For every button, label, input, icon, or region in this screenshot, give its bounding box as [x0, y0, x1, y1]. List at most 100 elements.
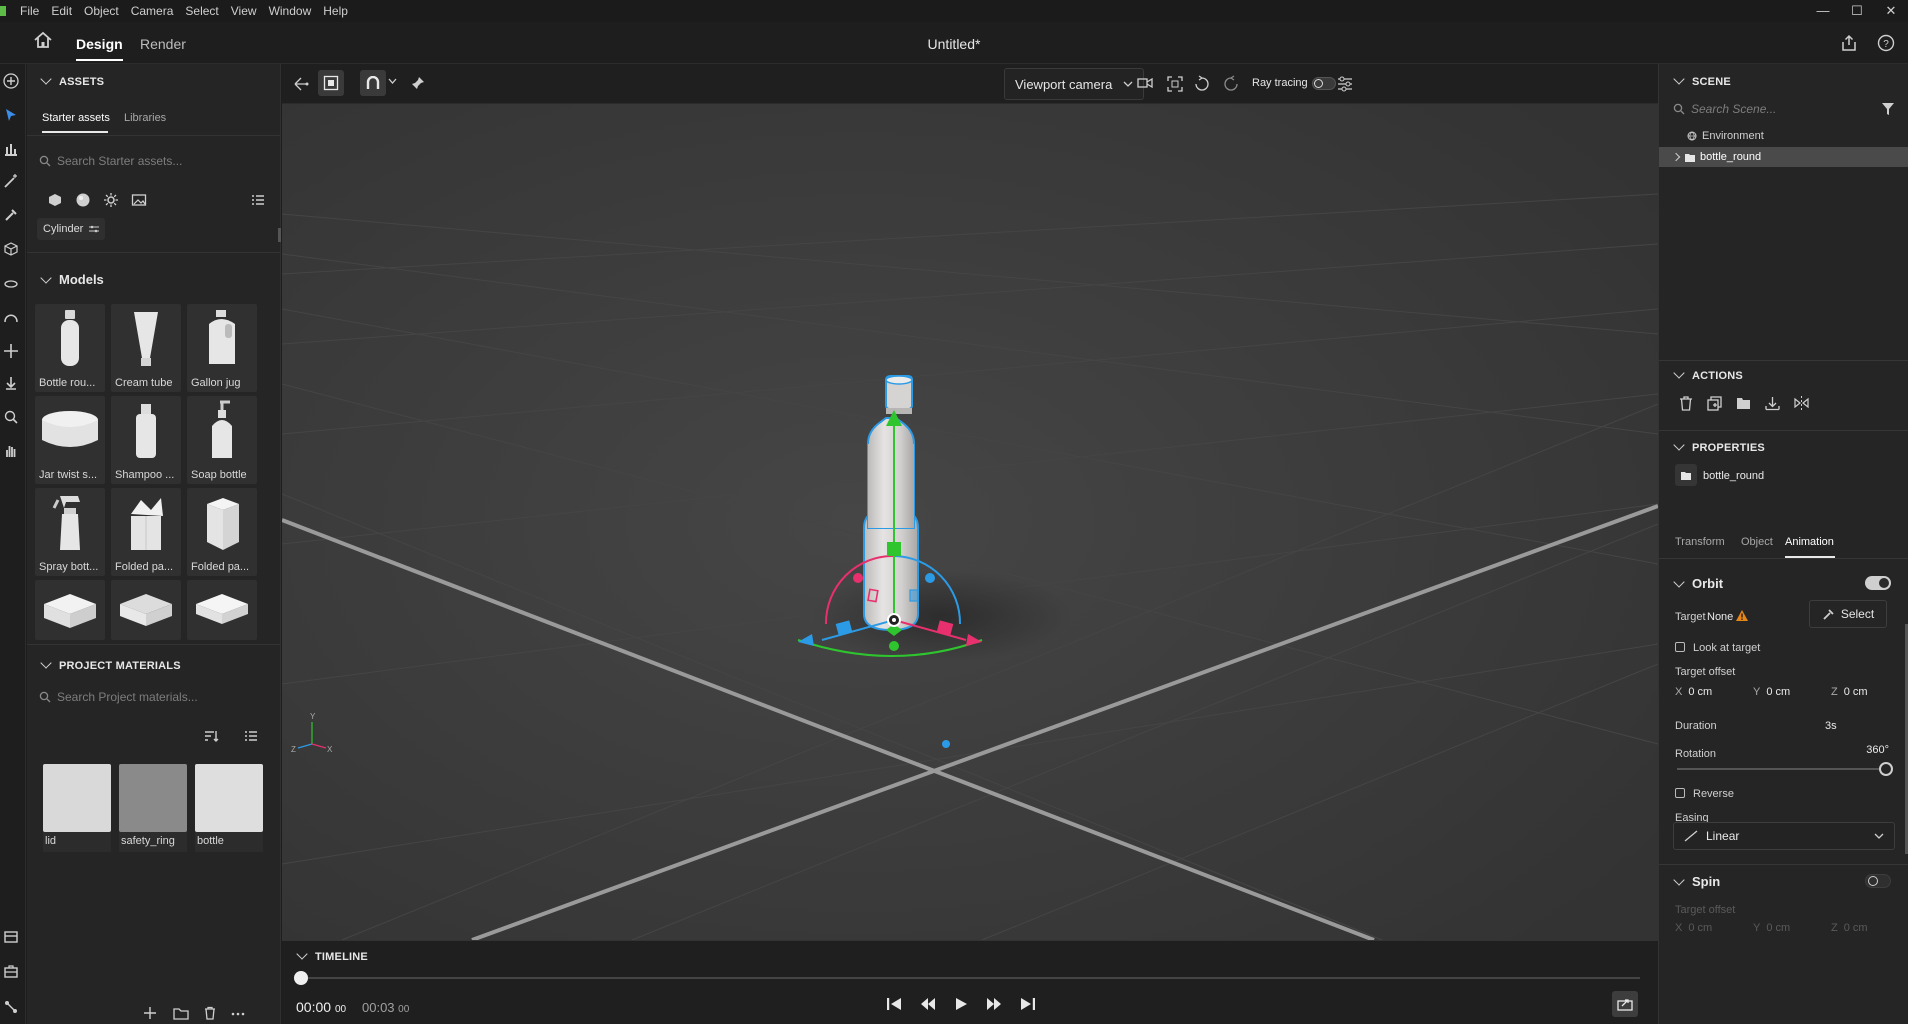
offset-x-field[interactable]: X 0 cm — [1675, 686, 1735, 698]
step-forward-icon[interactable] — [986, 997, 1002, 1011]
menu-object[interactable]: Object — [78, 0, 125, 22]
share-icon[interactable] — [1840, 34, 1858, 52]
orbit-header[interactable]: Orbit — [1673, 576, 1723, 591]
tab-starter-assets[interactable]: Starter assets — [42, 112, 110, 124]
step-back-icon[interactable] — [920, 997, 936, 1011]
rotate-y-handle[interactable] — [889, 641, 899, 651]
offset-value[interactable]: 0 cm — [1688, 686, 1712, 698]
y-axis-handle[interactable] — [887, 542, 901, 556]
reset-camera-icon[interactable] — [1222, 75, 1240, 93]
help-icon[interactable]: ? — [1877, 34, 1895, 52]
drop-icon[interactable] — [1765, 396, 1780, 411]
tab-transform[interactable]: Transform — [1675, 536, 1725, 548]
easing-select[interactable]: Linear — [1673, 822, 1895, 850]
spin-toggle[interactable] — [1865, 874, 1891, 888]
camera-select[interactable]: Viewport camera — [1004, 68, 1144, 100]
filter-light-icon[interactable] — [103, 192, 119, 208]
scene-item-bottle-round[interactable]: bottle_round — [1659, 147, 1908, 167]
cube-icon[interactable] — [0, 238, 22, 260]
trash-icon[interactable] — [203, 1006, 217, 1020]
model-bottle-round[interactable]: Bottle rou... — [35, 304, 105, 392]
model-flat-box[interactable] — [35, 580, 105, 640]
select-tool-icon[interactable] — [0, 104, 22, 126]
skip-to-end-icon[interactable] — [1020, 997, 1036, 1011]
material-bottle[interactable]: bottle — [195, 764, 263, 852]
skip-to-start-icon[interactable] — [886, 997, 902, 1011]
curve-tool-icon[interactable] — [0, 306, 22, 328]
panel-icon[interactable] — [0, 926, 22, 948]
rotation-slider-track[interactable] — [1677, 768, 1885, 770]
model-soap-bottle[interactable]: Soap bottle — [187, 396, 257, 484]
delete-icon[interactable] — [1679, 396, 1693, 411]
checkbox-box[interactable] — [1675, 642, 1685, 652]
export-animation-icon[interactable] — [1612, 991, 1638, 1017]
project-materials-search-input[interactable]: Search Project materials... — [57, 690, 198, 704]
model-jar-twist[interactable]: Jar twist s... — [35, 396, 105, 484]
select-target-button[interactable]: Select — [1809, 600, 1887, 628]
move-tool-icon[interactable] — [0, 340, 22, 362]
offset-value[interactable]: 0 cm — [1844, 686, 1868, 698]
model-folded-package-open[interactable]: Folded pa... — [111, 488, 181, 576]
timeline-header[interactable]: TIMELINE — [296, 948, 368, 963]
menu-camera[interactable]: Camera — [125, 0, 180, 22]
assets-header[interactable]: ASSETS — [40, 73, 104, 88]
magic-wand-icon[interactable] — [0, 170, 22, 192]
model-tray[interactable] — [111, 580, 181, 640]
project-materials-search[interactable]: Search Project materials... — [39, 684, 269, 710]
hand-icon[interactable] — [0, 440, 22, 462]
add-icon[interactable] — [0, 70, 22, 92]
tab-libraries[interactable]: Libraries — [124, 112, 166, 124]
spin-offset-x-field[interactable]: X 0 cm — [1675, 922, 1712, 934]
rotate-z-handle[interactable] — [925, 573, 935, 583]
cylinder-filter-chip[interactable]: Cylinder — [37, 218, 106, 240]
minimize-button[interactable]: — — [1806, 0, 1840, 22]
nodes-icon[interactable] — [0, 996, 22, 1018]
offset-value[interactable]: 0 cm — [1688, 922, 1712, 934]
menu-file[interactable]: File — [14, 0, 45, 22]
offset-value[interactable]: 0 cm — [1766, 922, 1790, 934]
chart-tool-icon[interactable] — [0, 138, 22, 160]
drop-to-ground-icon[interactable] — [0, 372, 22, 394]
rotation-slider-handle[interactable] — [1879, 762, 1893, 776]
panel-scrollbar[interactable] — [278, 228, 281, 242]
rotate-x-handle[interactable] — [853, 573, 863, 583]
material-safety-ring[interactable]: safety_ring — [119, 764, 187, 852]
model-cream-tube[interactable]: Cream tube — [111, 304, 181, 392]
starter-assets-search[interactable]: Search Starter assets... — [39, 148, 269, 174]
render-settings-icon[interactable] — [1336, 75, 1354, 93]
fit-view-icon[interactable] — [1166, 75, 1184, 93]
model-gallon-jug[interactable]: Gallon jug — [187, 304, 257, 392]
orbit-mode-icon[interactable] — [292, 75, 310, 93]
offset-value[interactable]: 0 cm — [1844, 922, 1868, 934]
timeline-playhead[interactable] — [294, 971, 308, 985]
3d-viewport[interactable]: Y X Z — [282, 104, 1658, 940]
starter-assets-search-input[interactable]: Search Starter assets... — [57, 154, 182, 168]
frame-select-icon[interactable] — [318, 70, 344, 96]
project-materials-header[interactable]: PROJECT MATERIALS — [40, 657, 181, 672]
play-icon[interactable] — [954, 997, 968, 1011]
camera-bookmark-icon[interactable] — [1136, 75, 1154, 93]
timeline-track[interactable] — [300, 977, 1640, 979]
close-window-button[interactable]: ✕ — [1874, 0, 1908, 22]
filter-image-icon[interactable] — [131, 192, 147, 208]
folder-icon[interactable] — [173, 1006, 189, 1020]
duplicate-icon[interactable] — [1707, 396, 1722, 411]
menu-select[interactable]: Select — [179, 0, 224, 22]
look-at-target-checkbox[interactable]: Look at target — [1675, 642, 1760, 654]
list-view-icon[interactable] — [243, 728, 259, 744]
viewport-canvas[interactable]: Y X Z — [282, 104, 1658, 940]
model-shampoo[interactable]: Shampoo ... — [111, 396, 181, 484]
maximize-button[interactable]: ☐ — [1840, 0, 1874, 22]
spin-offset-y-field[interactable]: Y 0 cm — [1753, 922, 1790, 934]
more-icon[interactable] — [231, 1006, 245, 1020]
model-spray-bottle[interactable]: Spray bott... — [35, 488, 105, 576]
magnet-icon[interactable] — [360, 70, 386, 96]
scene-search-input[interactable]: Search Scene... — [1691, 102, 1776, 116]
add-material-icon[interactable] — [143, 1006, 157, 1020]
filter-material-icon[interactable] — [75, 192, 91, 208]
properties-header[interactable]: PROPERTIES — [1673, 439, 1765, 454]
offset-z-field[interactable]: Z 0 cm — [1831, 686, 1891, 698]
plane-tool-icon[interactable] — [0, 272, 22, 294]
filter-icon[interactable] — [1881, 102, 1895, 116]
menu-window[interactable]: Window — [263, 0, 318, 22]
